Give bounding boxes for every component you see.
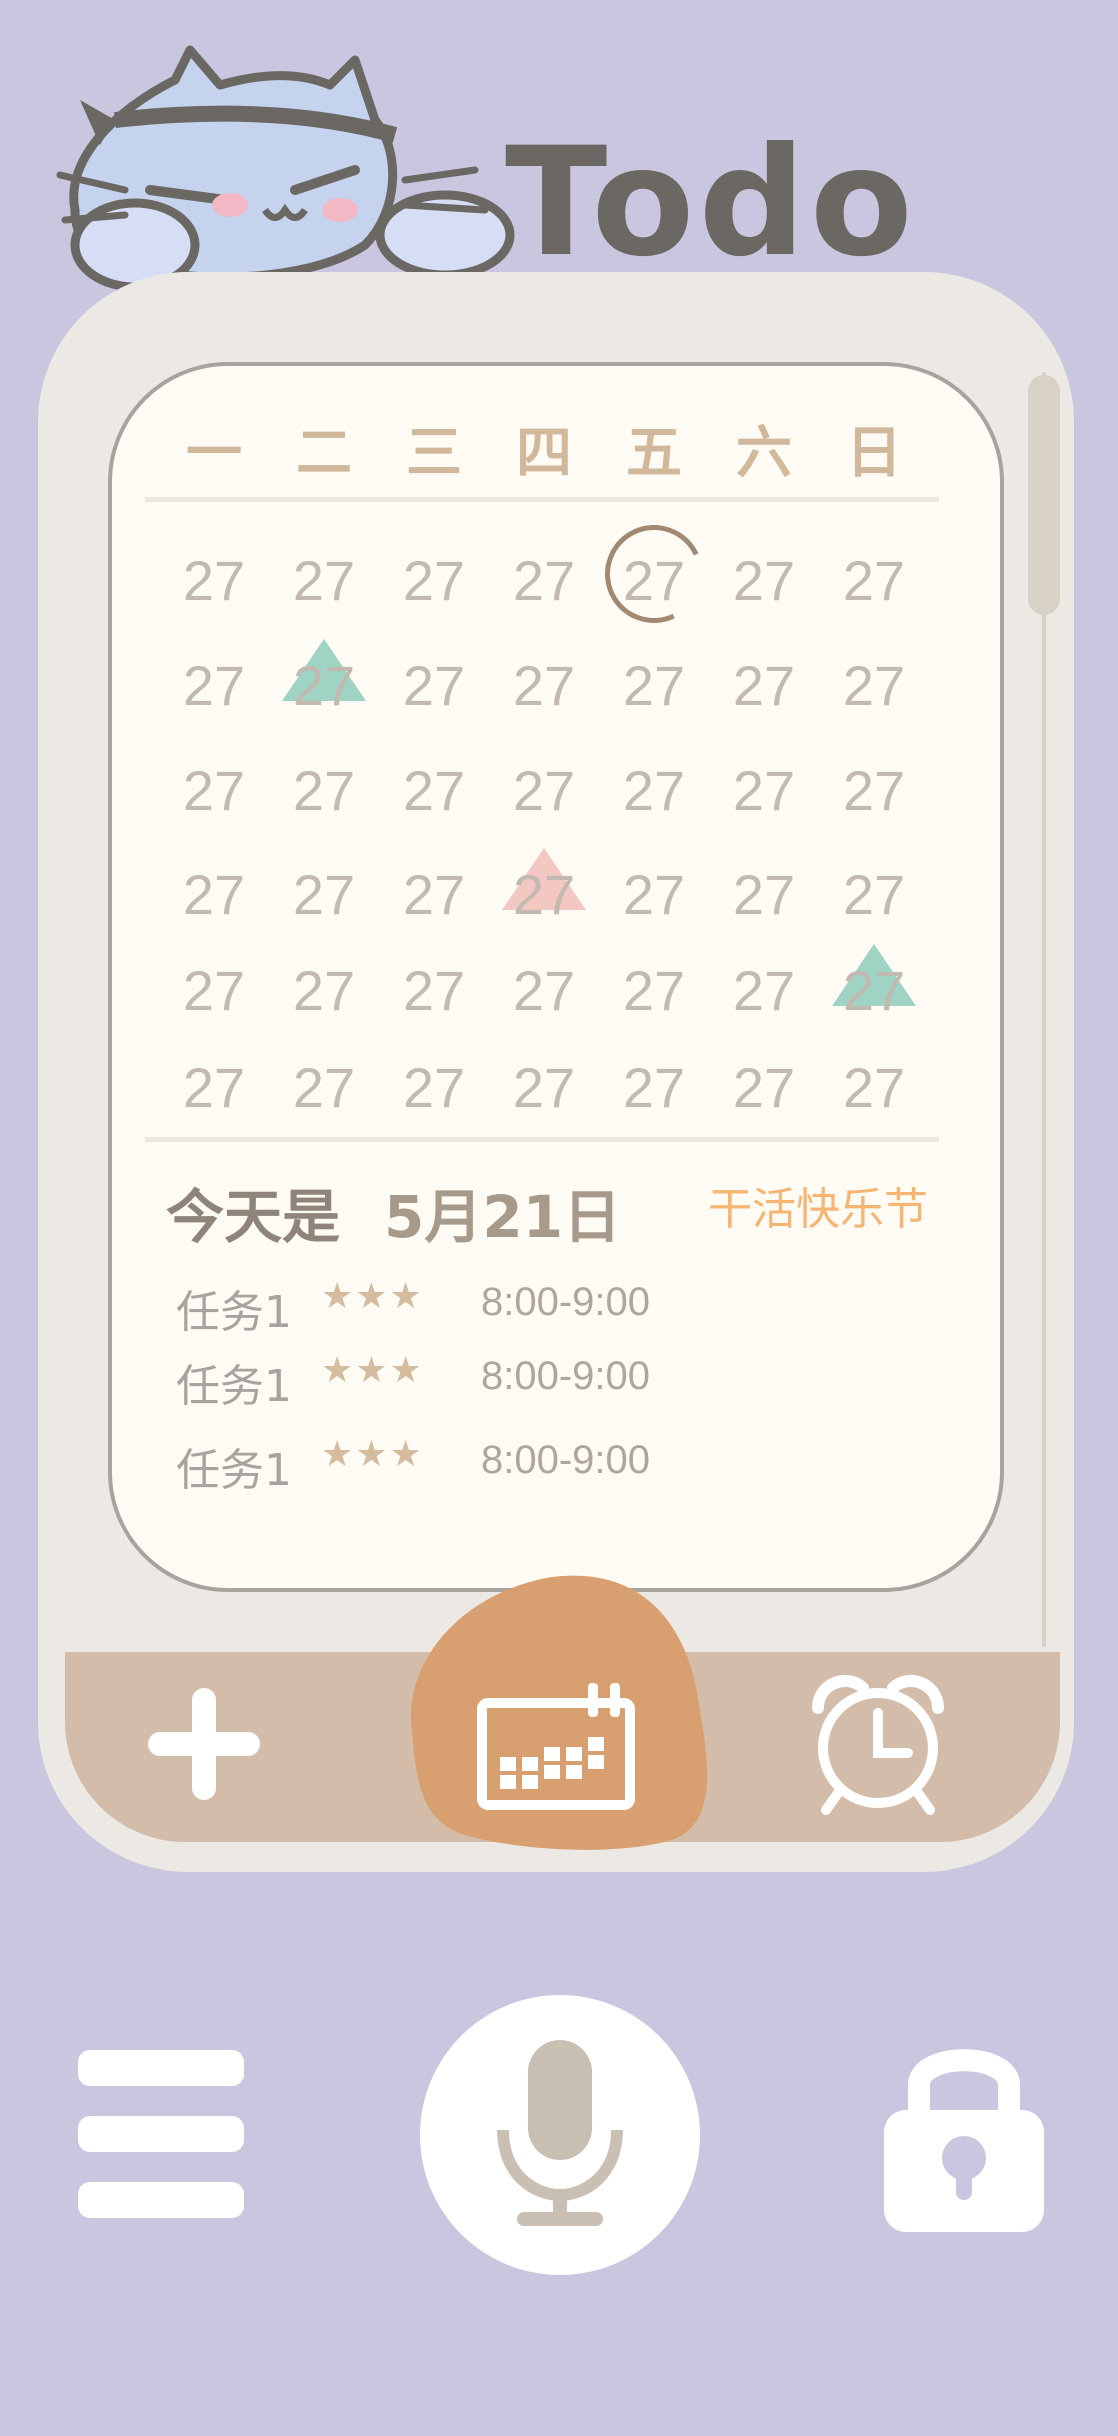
weekday-label: 六 [736, 421, 792, 486]
weekday-label: 日 [846, 421, 902, 486]
task-name: 任务1 [176, 1287, 292, 1338]
weekday-label: 四 [516, 421, 572, 486]
task-name: 任务1 [176, 1445, 292, 1496]
hamburger-menu-icon[interactable] [78, 2050, 248, 2222]
calendar-day[interactable]: 27 [164, 758, 264, 823]
calendar-day[interactable]: 27 [384, 758, 484, 823]
calendar-day[interactable]: 27 [274, 1055, 374, 1120]
calendar-day[interactable]: 27 [274, 862, 374, 927]
plus-icon[interactable] [140, 1680, 268, 1808]
task-time: 8:00-9:00 [481, 1438, 651, 1482]
calendar-day[interactable]: 27 [164, 653, 264, 718]
calendar-day[interactable]: 27 [494, 862, 594, 927]
microphone-icon [497, 2040, 623, 2226]
calendar-day[interactable]: 27 [714, 758, 814, 823]
divider [145, 497, 939, 502]
calendar-day[interactable]: 27 [824, 548, 924, 613]
calendar-day[interactable]: 27 [604, 653, 704, 718]
weekday-label: 三 [406, 421, 462, 486]
holiday-label: 干活快乐节 [708, 1184, 928, 1235]
calendar-day[interactable]: 27 [824, 758, 924, 823]
task-item[interactable]: 任务1 ★★★ 8:00-9:00 [176, 1434, 776, 1496]
calendar-day[interactable]: 27 [604, 758, 704, 823]
task-item[interactable]: 任务1 ★★★ 8:00-9:00 [176, 1350, 776, 1412]
task-time: 8:00-9:00 [481, 1354, 651, 1398]
alarm-clock-icon[interactable] [808, 1668, 948, 1818]
calendar-day[interactable]: 27 [494, 1055, 594, 1120]
calendar-day[interactable]: 27 [824, 1055, 924, 1120]
calendar-day[interactable]: 27 [274, 548, 374, 613]
today-label: 今天是 [166, 1183, 341, 1251]
lock-icon[interactable] [884, 2040, 1044, 2232]
calendar-day[interactable]: 27 [494, 653, 594, 718]
calendar-day[interactable]: 27 [384, 1055, 484, 1120]
task-name: 任务1 [176, 1361, 292, 1412]
app-title: Todo [505, 116, 917, 290]
priority-stars-icon: ★★★ [321, 1350, 424, 1391]
task-time: 8:00-9:00 [481, 1280, 651, 1324]
calendar-day[interactable]: 27 [164, 862, 264, 927]
calendar-day[interactable]: 27 [714, 1055, 814, 1120]
scrollbar-thumb[interactable] [1028, 375, 1060, 615]
calendar-day[interactable]: 27 [384, 548, 484, 613]
calendar-day[interactable]: 27 [824, 862, 924, 927]
calendar-day[interactable]: 27 [274, 758, 374, 823]
microphone-button[interactable] [420, 1995, 700, 2275]
calendar-day[interactable]: 27 [824, 653, 924, 718]
calendar-day[interactable]: 27 [164, 958, 264, 1023]
calendar-day[interactable]: 27 [714, 653, 814, 718]
calendar-day[interactable]: 27 [494, 548, 594, 613]
calendar-day[interactable]: 27 [274, 958, 374, 1023]
calendar-day[interactable]: 27 [274, 653, 374, 718]
weekday-label: 五 [626, 421, 682, 486]
today-date: 5月21日 [384, 1183, 622, 1251]
calendar-day[interactable]: 27 [494, 958, 594, 1023]
calendar-day[interactable]: 27 [714, 958, 814, 1023]
calendar-day[interactable]: 27 [384, 958, 484, 1023]
weekday-label: 二 [296, 421, 352, 486]
calendar-day[interactable]: 27 [604, 1055, 704, 1120]
task-item[interactable]: 任务1 ★★★ 8:00-9:00 [176, 1276, 776, 1338]
calendar-day[interactable]: 27 [164, 548, 264, 613]
divider [145, 1137, 939, 1142]
weekday-label: 一 [186, 421, 242, 486]
calendar-day[interactable]: 27 [824, 958, 924, 1023]
calendar-day[interactable]: 27 [714, 862, 814, 927]
priority-stars-icon: ★★★ [321, 1276, 424, 1317]
calendar-day[interactable]: 27 [714, 548, 814, 613]
calendar-day[interactable]: 27 [604, 958, 704, 1023]
calendar-day[interactable]: 27 [384, 653, 484, 718]
priority-stars-icon: ★★★ [321, 1434, 424, 1475]
calendar-day[interactable]: 27 [384, 862, 484, 927]
calendar-day[interactable]: 27 [164, 1055, 264, 1120]
calendar-day[interactable]: 27 [494, 758, 594, 823]
calendar-icon[interactable] [470, 1675, 640, 1815]
calendar-day[interactable]: 27 [604, 862, 704, 927]
